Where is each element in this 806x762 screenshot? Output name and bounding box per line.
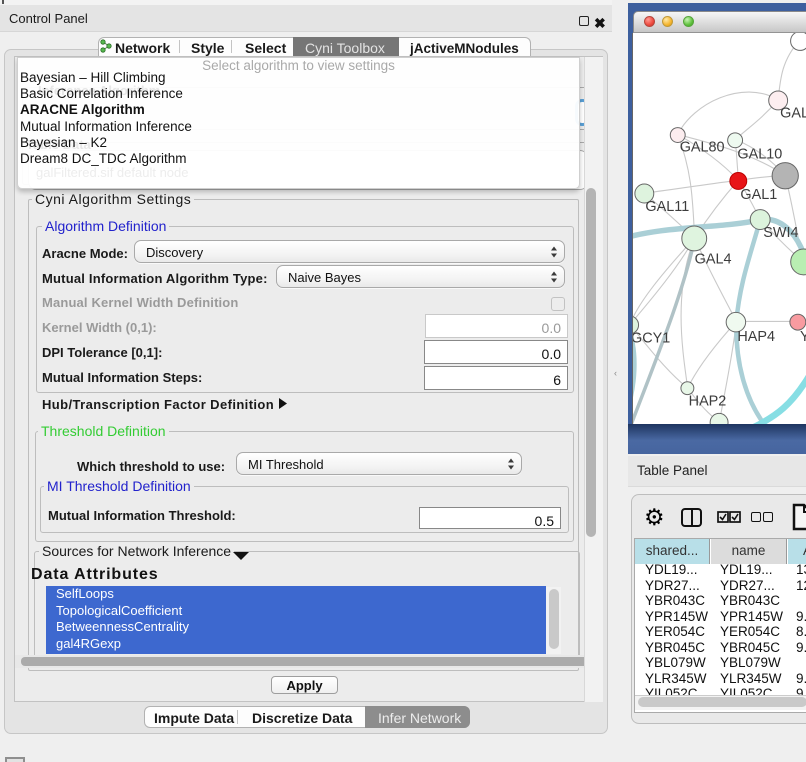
svg-text:GAL11: GAL11 — [645, 199, 689, 215]
svg-text:Y: Y — [800, 329, 806, 345]
svg-text:GAL80: GAL80 — [680, 139, 725, 155]
svg-text:GCY1: GCY1 — [632, 330, 670, 346]
svg-text:HAP2: HAP2 — [689, 393, 727, 409]
svg-text:HAP4: HAP4 — [737, 329, 775, 345]
svg-text:GAL4: GAL4 — [695, 251, 732, 267]
svg-text:GAL2: GAL2 — [780, 106, 806, 122]
svg-text:GAL10: GAL10 — [737, 146, 782, 162]
svg-text:GAL1: GAL1 — [740, 187, 777, 203]
svg-text:SWI4: SWI4 — [763, 225, 798, 241]
